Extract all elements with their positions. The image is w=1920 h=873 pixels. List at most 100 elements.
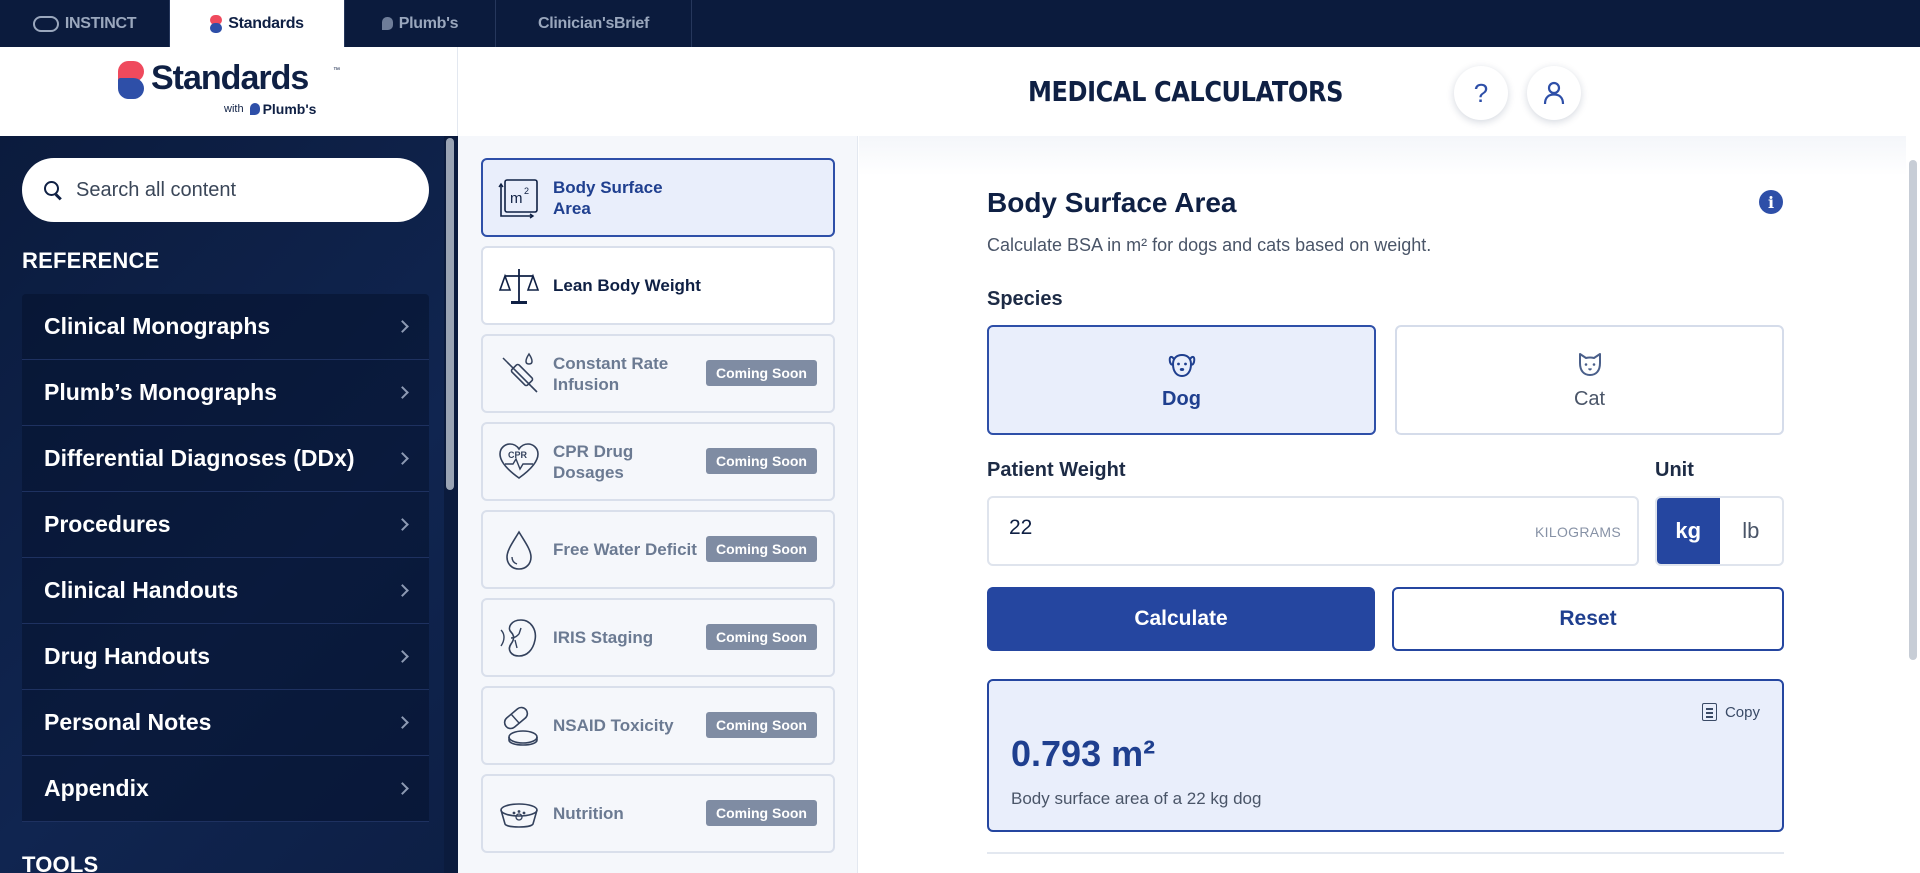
sidebar-item-label: Differential Diagnoses (DDx) [44, 445, 355, 471]
calculator-item-nsaid-toxicity[interactable]: NSAID Toxicity Coming Soon [481, 686, 835, 765]
calculator-name: Nutrition [553, 804, 624, 823]
unit-option-lb[interactable]: lb [1720, 498, 1783, 564]
chevron-right-icon [396, 782, 409, 795]
species-option-label: Dog [1162, 387, 1201, 410]
cat-icon [1578, 352, 1601, 376]
account-button[interactable] [1527, 66, 1581, 120]
standards-logo-mark-icon [118, 61, 144, 99]
tab-instinct[interactable]: INSTINCT [0, 0, 170, 47]
divider [987, 852, 1784, 854]
sidebar-item-label: Personal Notes [44, 709, 212, 735]
sidebar-item-procedures[interactable]: Procedures [22, 492, 429, 558]
calculator-description: Calculate BSA in m² for dogs and cats ba… [987, 235, 1432, 255]
calculator-item-nutrition[interactable]: Nutrition Coming Soon [481, 774, 835, 853]
heart-cpr-icon: CPR [497, 440, 541, 484]
reference-heading: REFERENCE [22, 248, 160, 273]
result-panel: Copy 0.793 m² Body surface area of a 22 … [987, 679, 1784, 832]
calculator-name: Lean Body Weight [553, 276, 701, 295]
weight-label: Patient Weight [987, 459, 1126, 481]
sidebar-item-personal-notes[interactable]: Personal Notes [22, 690, 429, 756]
brand-trademark: ™ [333, 67, 340, 74]
copy-button[interactable]: Copy [1701, 703, 1760, 721]
help-button[interactable]: ? [1454, 66, 1508, 120]
coming-soon-badge: Coming Soon [706, 448, 817, 474]
brand-logo[interactable]: Standards ™ with Plumb's [0, 47, 458, 136]
help-icon: ? [1473, 77, 1489, 108]
chevron-right-icon [396, 320, 409, 333]
unit-option-kg[interactable]: kg [1657, 498, 1720, 564]
brand-name: Standards [151, 59, 309, 97]
pill-icon [497, 704, 541, 748]
calculator-list: m2 Body Surface Area Lean Body Weight Co… [458, 136, 858, 873]
sidebar-item-plumbs-monographs[interactable]: Plumb’s Monographs [22, 360, 429, 426]
search-bar[interactable] [22, 158, 429, 222]
reset-button[interactable]: Reset [1392, 587, 1784, 651]
calculator-item-cpr-drug-dosages[interactable]: CPR CPR Drug Dosages Coming Soon [481, 422, 835, 501]
calculator-name: Body Surface Area [553, 177, 663, 218]
tab-clinicians-brief-label: Clinician'sBrief [537, 14, 650, 32]
coming-soon-badge: Coming Soon [706, 624, 817, 650]
calculator-item-lean-body-weight[interactable]: Lean Body Weight [481, 246, 835, 325]
search-icon [44, 181, 62, 199]
chevron-right-icon [396, 650, 409, 663]
calculator-name: Constant Rate Infusion [553, 353, 669, 394]
weight-field[interactable]: KILOGRAMS [987, 496, 1639, 566]
sidebar-item-drug-handouts[interactable]: Drug Handouts [22, 624, 429, 690]
page-title: MEDICAL CALCULATORS [1027, 75, 1344, 108]
calculator-item-constant-rate-infusion[interactable]: Constant Rate Infusion Coming Soon [481, 334, 835, 413]
calculator-name: IRIS Staging [553, 628, 654, 647]
sidebar-item-label: Clinical Handouts [44, 577, 239, 603]
species-option-label: Cat [1573, 387, 1606, 410]
chevron-right-icon [396, 452, 409, 465]
coming-soon-badge: Coming Soon [706, 712, 817, 738]
pet-bowl-icon [497, 792, 541, 836]
info-icon[interactable]: i [1759, 190, 1783, 214]
copy-label: Copy [1724, 703, 1760, 721]
sidebar-item-label: Drug Handouts [44, 643, 211, 669]
copy-icon [1701, 703, 1717, 721]
sidebar-item-clinical-monographs[interactable]: Clinical Monographs [22, 294, 429, 360]
tab-standards-label: Standards [228, 14, 304, 32]
tab-plumbs[interactable]: Plumb's [345, 0, 496, 47]
instinct-logo-icon [32, 15, 59, 32]
coming-soon-badge: Coming Soon [706, 536, 817, 562]
sidebar-item-label: Plumb’s Monographs [44, 379, 277, 405]
water-drop-icon [497, 528, 541, 572]
user-icon [1543, 81, 1565, 105]
coming-soon-badge: Coming Soon [706, 800, 817, 826]
svg-text:2: 2 [524, 186, 529, 196]
svg-text:CPR: CPR [508, 450, 528, 460]
tab-standards[interactable]: Standards [170, 0, 345, 47]
search-input[interactable] [76, 178, 396, 202]
dog-icon [1168, 353, 1195, 377]
brand-with-label: with [224, 103, 244, 115]
species-option-dog[interactable]: Dog [987, 325, 1376, 435]
brand-partner: Plumb's [249, 101, 316, 117]
product-switcher-bar: INSTINCT Standards Plumb's Clinician'sBr… [0, 0, 1920, 47]
calculator-item-iris-staging[interactable]: IRIS Staging Coming Soon [481, 598, 835, 677]
calculator-name: Free Water Deficit [553, 540, 697, 559]
chevron-right-icon [396, 716, 409, 729]
scale-icon [497, 264, 541, 308]
tab-instinct-label: INSTINCT [64, 14, 137, 32]
main-scrollbar-thumb[interactable] [1909, 160, 1917, 660]
calculator-item-body-surface-area[interactable]: m2 Body Surface Area [481, 158, 835, 237]
sidebar-scrollbar-thumb[interactable] [446, 138, 454, 490]
sidebar-item-clinical-handouts[interactable]: Clinical Handouts [22, 558, 429, 624]
species-option-cat[interactable]: Cat [1395, 325, 1784, 435]
sidebar: REFERENCE Clinical Monographs Plumb’s Mo… [0, 136, 458, 873]
sidebar-item-label: Appendix [44, 775, 149, 801]
weight-unit-suffix: KILOGRAMS [1535, 524, 1621, 540]
calculator-item-free-water-deficit[interactable]: Free Water Deficit Coming Soon [481, 510, 835, 589]
tab-clinicians-brief[interactable]: Clinician'sBrief [496, 0, 692, 47]
result-caption: Body surface area of a 22 kg dog [1011, 789, 1262, 808]
sidebar-item-appendix[interactable]: Appendix [22, 756, 429, 822]
standards-logo-icon [210, 14, 223, 33]
unit-label: Unit [1655, 459, 1694, 481]
weight-input[interactable] [1009, 516, 1509, 540]
sidebar-item-label: Clinical Monographs [44, 313, 271, 339]
calculate-button[interactable]: Calculate [987, 587, 1375, 651]
sidebar-item-label: Procedures [44, 511, 171, 537]
sidebar-item-differential-diagnoses[interactable]: Differential Diagnoses (DDx) [22, 426, 429, 492]
unit-toggle: kg lb [1655, 496, 1784, 566]
